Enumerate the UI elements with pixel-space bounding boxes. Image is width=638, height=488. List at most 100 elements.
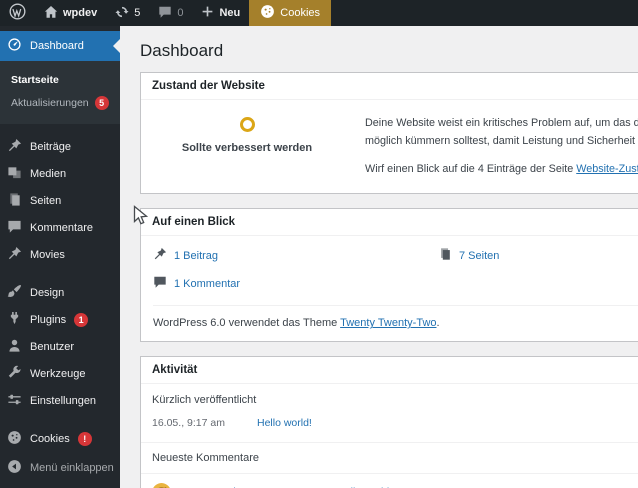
sidebar-item-seiten[interactable]: Seiten (0, 187, 120, 214)
cookies-adminbar-tab[interactable]: Cookies (249, 0, 332, 26)
comment-row: Von A WordPress Commenter zu Hello world… (141, 473, 638, 488)
menu-separator (0, 268, 120, 279)
updates-menu[interactable]: 5 (106, 0, 149, 26)
sidebar-item-cookies[interactable]: Cookies ! (0, 425, 120, 452)
comments-count-link[interactable]: 1 Kommentar (174, 278, 240, 290)
version-suffix: . (436, 317, 440, 330)
post-title-link[interactable]: Hello world! (257, 417, 312, 429)
collapse-label: Menü einklappen (30, 461, 114, 474)
activity-header[interactable]: Aktivität (141, 357, 638, 385)
refresh-icon (115, 5, 129, 22)
submenu-item-aktualisierungen[interactable]: Aktualisierungen 5 (0, 91, 120, 115)
health-cta: Wirf einen Blick auf die 4 Einträge der … (365, 161, 638, 179)
wordpress-logo-icon (9, 3, 26, 23)
wordpress-version-line: WordPress 6.0 verwendet das Theme Twenty… (153, 305, 638, 329)
health-text-line1: Deine Website weist ein kritisches Probl… (365, 117, 638, 129)
sidebar-item-label: Medien (30, 167, 67, 180)
sidebar-item-label: Cookies (30, 432, 70, 445)
theme-link[interactable]: Twenty Twenty-Two (340, 317, 436, 329)
page-title: Dashboard (140, 41, 224, 60)
commenter-avatar (152, 483, 171, 488)
new-content-menu[interactable]: Neu (192, 0, 249, 26)
cookies-tab-label: Cookies (280, 7, 321, 19)
home-icon (44, 5, 58, 22)
plugins-badge: 1 (74, 312, 89, 327)
pin-icon (153, 247, 167, 264)
sidebar-item-einstellungen[interactable]: Einstellungen (0, 387, 120, 414)
new-label: Neu (219, 7, 241, 19)
sidebar-item-label: Dashboard (30, 40, 84, 52)
pages-icon (438, 247, 452, 264)
activity-panel: Aktivität Kürzlich veröffentlicht 16.05.… (140, 356, 638, 488)
sidebar-item-werkzeuge[interactable]: Werkzeuge (0, 360, 120, 387)
user-icon (7, 338, 22, 356)
post-date: 16.05., 9:17 am (152, 417, 225, 430)
posts-count-link[interactable]: 1 Beitrag (174, 250, 218, 262)
cookie-icon (260, 4, 275, 22)
sidebar-item-medien[interactable]: Medien (0, 160, 120, 187)
sidebar-item-label: Werkzeuge (30, 367, 86, 380)
sidebar-item-label: Beiträge (30, 140, 71, 153)
site-health-body: Sollte verbessert werden Deine Website w… (141, 100, 638, 193)
sidebar-item-plugins[interactable]: Plugins 1 (0, 306, 120, 333)
health-cta-text: Wirf einen Blick auf die 4 Einträge der … (365, 162, 577, 175)
recent-comments-heading: Neueste Kommentare (141, 442, 638, 473)
sidebar-item-label: Kommentare (30, 221, 93, 234)
dashboard-gauge-icon (7, 37, 22, 55)
current-menu-arrow (113, 39, 120, 53)
published-post-row: 16.05., 9:17 am Hello world! (141, 409, 638, 442)
version-text: WordPress 6.0 verwendet das Theme (153, 317, 341, 330)
wrench-icon (7, 365, 22, 383)
glance-posts-item: 1 Beitrag (153, 247, 438, 264)
cookies-badge: ! (77, 431, 92, 446)
comments-count: 0 (177, 7, 184, 19)
health-status-label: Sollte verbessert werden (181, 142, 313, 154)
collapse-arrow-icon (7, 459, 22, 477)
pin-icon (7, 138, 22, 156)
pages-count-link[interactable]: 7 Seiten (459, 250, 499, 262)
updates-count: 5 (134, 7, 141, 19)
submenu-label: Aktualisierungen (11, 97, 89, 109)
site-health-status: Sollte verbessert werden (141, 100, 353, 193)
site-health-panel: Zustand der Website Sollte verbessert we… (140, 72, 638, 195)
glance-comments-item: 1 Kommentar (153, 275, 438, 292)
site-link[interactable]: wpdev (35, 0, 106, 26)
comment-icon (158, 5, 172, 22)
submenu-item-startseite[interactable]: Startseite (0, 69, 120, 91)
sidebar-item-benutzer[interactable]: Benutzer (0, 333, 120, 360)
sidebar-item-beitraege[interactable]: Beiträge (0, 133, 120, 160)
updates-badge: 5 (94, 96, 109, 110)
sidebar-menu: Dashboard Startseite Aktualisierungen 5 … (0, 26, 120, 488)
site-health-header[interactable]: Zustand der Website (141, 73, 638, 100)
sidebar-item-label: Design (30, 286, 65, 299)
collapse-menu-button[interactable]: Menü einklappen (0, 454, 120, 481)
website-zustand-link[interactable]: Website-Zustand (576, 163, 638, 175)
sidebar-item-label: Seiten (30, 194, 62, 207)
at-a-glance-header[interactable]: Auf einen Blick (141, 209, 638, 237)
site-name: wpdev (63, 7, 98, 19)
sidebar-item-label: Movies (30, 248, 65, 261)
sidebar-item-label: Plugins (30, 313, 67, 326)
sidebar-item-label: Einstellungen (30, 394, 97, 407)
sidebar-item-dashboard[interactable]: Dashboard (0, 31, 120, 61)
pages-icon (7, 192, 22, 210)
at-a-glance-body: 1 Beitrag 7 Seiten 1 Kommentar WordPress… (141, 236, 638, 341)
wordpress-logo-menu[interactable] (0, 0, 35, 26)
plugin-icon (7, 311, 22, 329)
health-text-line2: möglich kümmern solltest, damit Leistung… (365, 134, 638, 147)
sidebar-item-kommentare[interactable]: Kommentare (0, 214, 120, 241)
comments-menu[interactable]: 0 (149, 0, 192, 26)
brush-icon (7, 284, 22, 302)
sidebar-item-design[interactable]: Design (0, 279, 120, 306)
comment-icon (7, 219, 22, 237)
sidebar-item-label: Benutzer (30, 340, 75, 353)
sliders-icon (7, 392, 22, 410)
at-a-glance-grid: 1 Beitrag 7 Seiten 1 Kommentar (153, 247, 638, 292)
health-progress-ring (239, 117, 255, 132)
site-health-text: Deine Website weist ein kritisches Probl… (353, 100, 638, 193)
plus-icon (201, 5, 214, 21)
cookie-icon (7, 430, 22, 448)
main-content: Dashboard Zustand der Website Sollte ver… (120, 26, 638, 488)
glance-pages-item: 7 Seiten (438, 247, 638, 264)
sidebar-item-movies[interactable]: Movies (0, 241, 120, 268)
